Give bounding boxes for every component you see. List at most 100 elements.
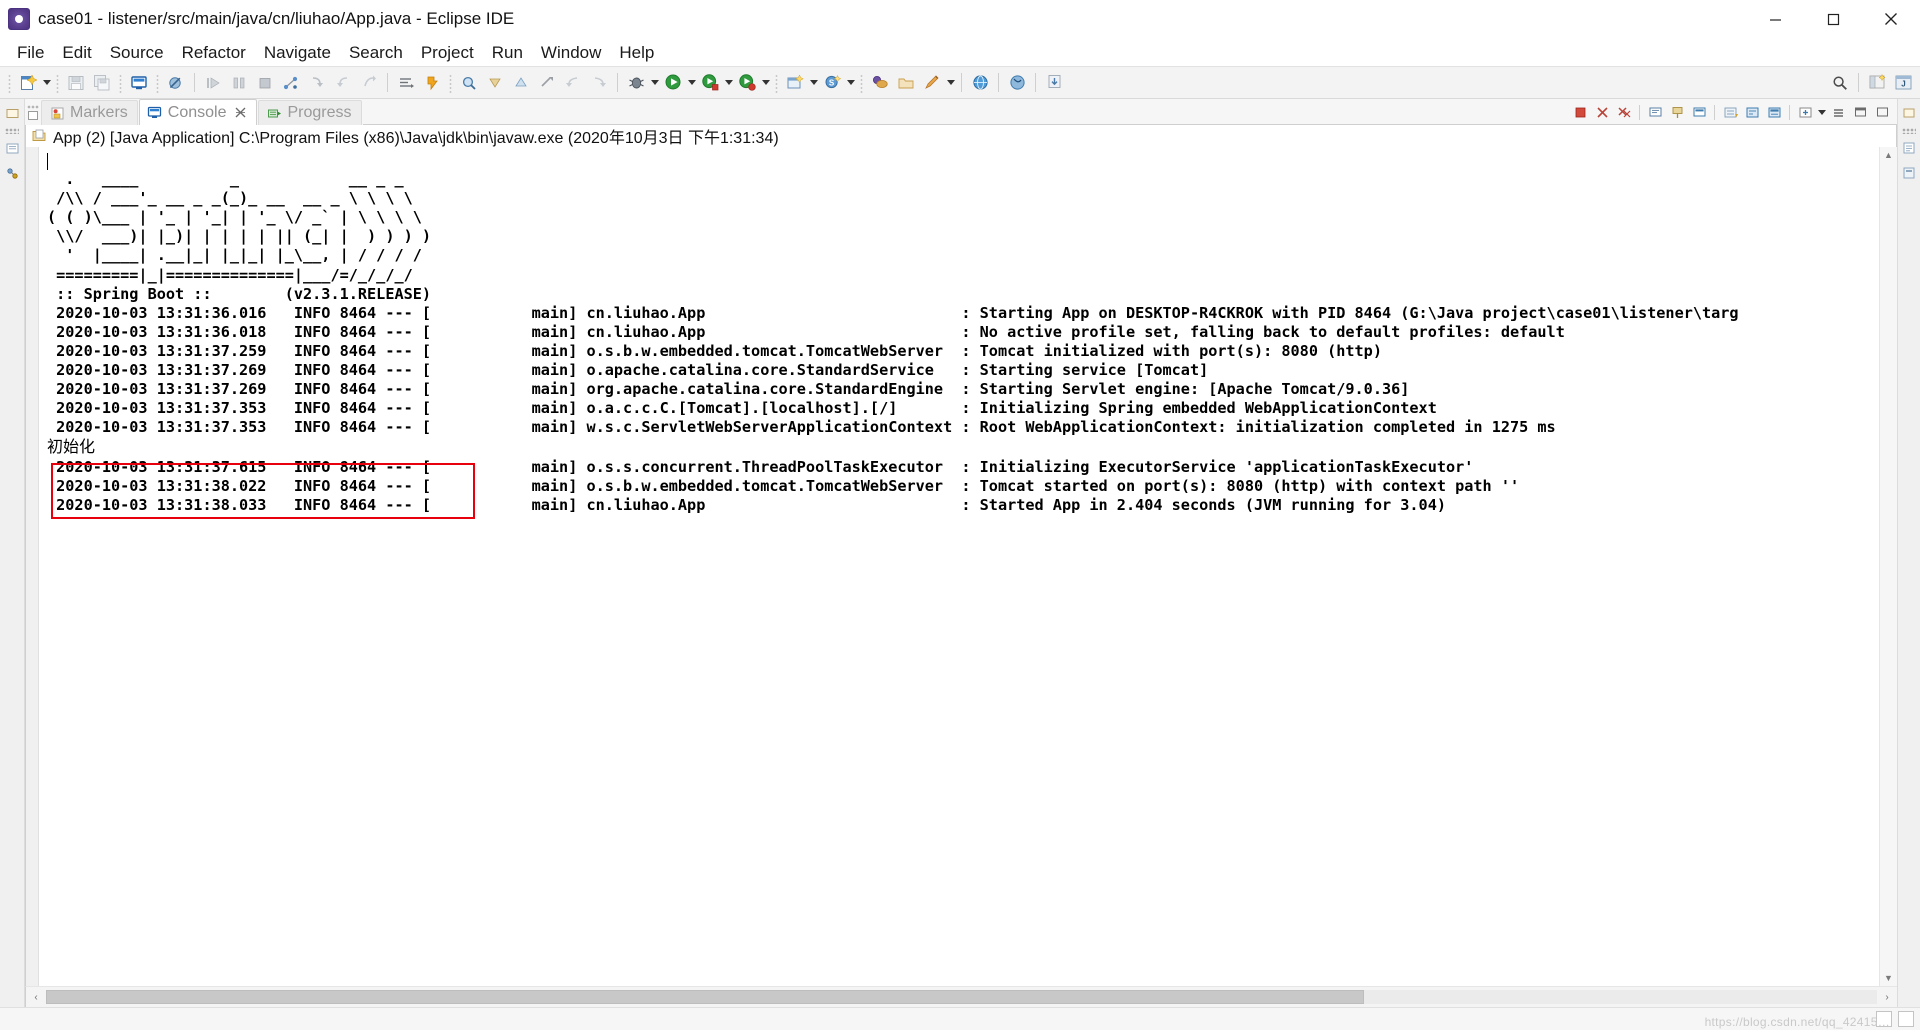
- search-icon[interactable]: [457, 71, 481, 95]
- console-horizontal-scrollbar[interactable]: ‹ ›: [25, 986, 1897, 1007]
- toolbar-grip[interactable]: [118, 72, 123, 93]
- scroll-right-arrow[interactable]: ›: [1877, 988, 1897, 1006]
- new-java-project-icon[interactable]: [783, 71, 807, 95]
- toggle-console-icon[interactable]: [127, 71, 151, 95]
- debug-icon[interactable]: [624, 71, 648, 95]
- quick-access-search-icon[interactable]: [1828, 71, 1852, 95]
- minimize-view-icon[interactable]: [1850, 102, 1870, 122]
- download-icon[interactable]: [1042, 71, 1066, 95]
- coverage-dropdown[interactable]: [723, 71, 734, 95]
- outline-view-icon[interactable]: [1899, 163, 1919, 183]
- back-icon[interactable]: [561, 71, 585, 95]
- new-wizard-dropdown[interactable]: [41, 71, 52, 95]
- scroll-up-arrow[interactable]: ▲: [1880, 147, 1897, 163]
- save-icon[interactable]: [64, 71, 88, 95]
- open-task-icon[interactable]: [420, 71, 444, 95]
- toolbar-grip[interactable]: [448, 72, 453, 93]
- open-console-icon[interactable]: [1645, 102, 1665, 122]
- toolbar-grip[interactable]: [55, 72, 60, 93]
- vertical-scroll-track[interactable]: [1880, 163, 1897, 970]
- java-perspective-icon[interactable]: J: [1891, 71, 1915, 95]
- view-menu-icon[interactable]: [1828, 102, 1848, 122]
- previous-annotation-icon[interactable]: [509, 71, 533, 95]
- remove-all-terminated-icon[interactable]: [1614, 102, 1634, 122]
- tab-markers[interactable]: Markers: [41, 100, 138, 125]
- step-over-icon[interactable]: [331, 71, 355, 95]
- menu-project[interactable]: Project: [412, 41, 483, 65]
- menu-run[interactable]: Run: [483, 41, 532, 65]
- tab-console[interactable]: Console: [138, 99, 258, 125]
- scroll-down-arrow[interactable]: ▼: [1880, 970, 1897, 986]
- external-tools-icon[interactable]: [735, 71, 759, 95]
- maximize-view-icon[interactable]: [1872, 102, 1892, 122]
- menu-edit[interactable]: Edit: [53, 41, 100, 65]
- run-icon[interactable]: [661, 71, 685, 95]
- new-class-icon[interactable]: S: [820, 71, 844, 95]
- scroll-lock-icon[interactable]: [1720, 102, 1740, 122]
- open-type-icon[interactable]: [394, 71, 418, 95]
- pin-console-icon[interactable]: [1667, 102, 1687, 122]
- restore-view-icon[interactable]: [1899, 103, 1919, 123]
- view-stack-grip[interactable]: [25, 99, 41, 125]
- toolbar-separator: [1035, 73, 1036, 92]
- open-perspective-icon[interactable]: [1865, 71, 1889, 95]
- minimize-button[interactable]: [1746, 0, 1804, 38]
- menu-source[interactable]: Source: [101, 41, 173, 65]
- quick-access-dropdown[interactable]: [945, 71, 956, 95]
- console-vertical-scrollbar[interactable]: ▲ ▼: [1879, 147, 1897, 986]
- terminate-icon[interactable]: [1570, 102, 1590, 122]
- toolbar-grip[interactable]: [859, 72, 864, 93]
- new-wizard-icon[interactable]: [16, 71, 40, 95]
- close-icon[interactable]: [234, 106, 247, 119]
- step-return-icon[interactable]: [357, 71, 381, 95]
- tab-progress[interactable]: Progress: [258, 100, 362, 125]
- new-console-dropdown[interactable]: [1816, 100, 1827, 124]
- debug-dropdown[interactable]: [649, 71, 660, 95]
- remove-launch-icon[interactable]: [1592, 102, 1612, 122]
- menu-window[interactable]: Window: [532, 41, 610, 65]
- toolbar-grip[interactable]: [7, 72, 12, 93]
- menu-navigate[interactable]: Navigate: [255, 41, 340, 65]
- spring-boot-icon[interactable]: [868, 71, 892, 95]
- restore-view-icon[interactable]: [2, 103, 22, 123]
- next-annotation-icon[interactable]: [483, 71, 507, 95]
- maximize-button[interactable]: [1804, 0, 1862, 38]
- step-into-icon[interactable]: [305, 71, 329, 95]
- external-tools-dropdown[interactable]: [760, 71, 771, 95]
- task-list-icon[interactable]: [1899, 138, 1919, 158]
- coverage-icon[interactable]: [698, 71, 722, 95]
- menu-help[interactable]: Help: [610, 41, 663, 65]
- menu-search[interactable]: Search: [340, 41, 412, 65]
- quick-access-icon[interactable]: [920, 71, 944, 95]
- scroll-left-arrow[interactable]: ‹: [26, 988, 46, 1006]
- horizontal-scroll-track[interactable]: [46, 990, 1877, 1004]
- new-java-project-dropdown[interactable]: [808, 71, 819, 95]
- resume-icon[interactable]: [201, 71, 225, 95]
- text-caret: [47, 153, 48, 170]
- outline-view-icon[interactable]: [2, 163, 22, 183]
- suspend-icon[interactable]: [227, 71, 251, 95]
- disconnect-icon[interactable]: [279, 71, 303, 95]
- run-dropdown[interactable]: [686, 71, 697, 95]
- open-perspective-icon[interactable]: [894, 71, 918, 95]
- last-edit-location-icon[interactable]: [535, 71, 559, 95]
- package-explorer-icon[interactable]: [2, 138, 22, 158]
- show-console-on-output-icon[interactable]: [1764, 102, 1784, 122]
- menu-refactor[interactable]: Refactor: [173, 41, 255, 65]
- word-wrap-icon[interactable]: [1742, 102, 1762, 122]
- web-browser-icon[interactable]: [968, 71, 992, 95]
- console-output[interactable]: . ____ _ __ _ _ /\\ / ___'_ __ _ _(_)_ _…: [39, 147, 1879, 986]
- skip-breakpoints-icon[interactable]: [164, 71, 188, 95]
- menu-file[interactable]: File: [8, 41, 53, 65]
- forward-icon[interactable]: [587, 71, 611, 95]
- toolbar-grip[interactable]: [155, 72, 160, 93]
- new-console-view-icon[interactable]: [1795, 102, 1815, 122]
- terminate-icon[interactable]: [253, 71, 277, 95]
- run-server-icon[interactable]: [1005, 71, 1029, 95]
- save-all-icon[interactable]: [90, 71, 114, 95]
- horizontal-scroll-thumb[interactable]: [46, 990, 1365, 1004]
- display-selected-console-icon[interactable]: [1689, 102, 1709, 122]
- close-button[interactable]: [1862, 0, 1920, 38]
- new-class-dropdown[interactable]: [845, 71, 856, 95]
- toolbar-grip[interactable]: [774, 72, 779, 93]
